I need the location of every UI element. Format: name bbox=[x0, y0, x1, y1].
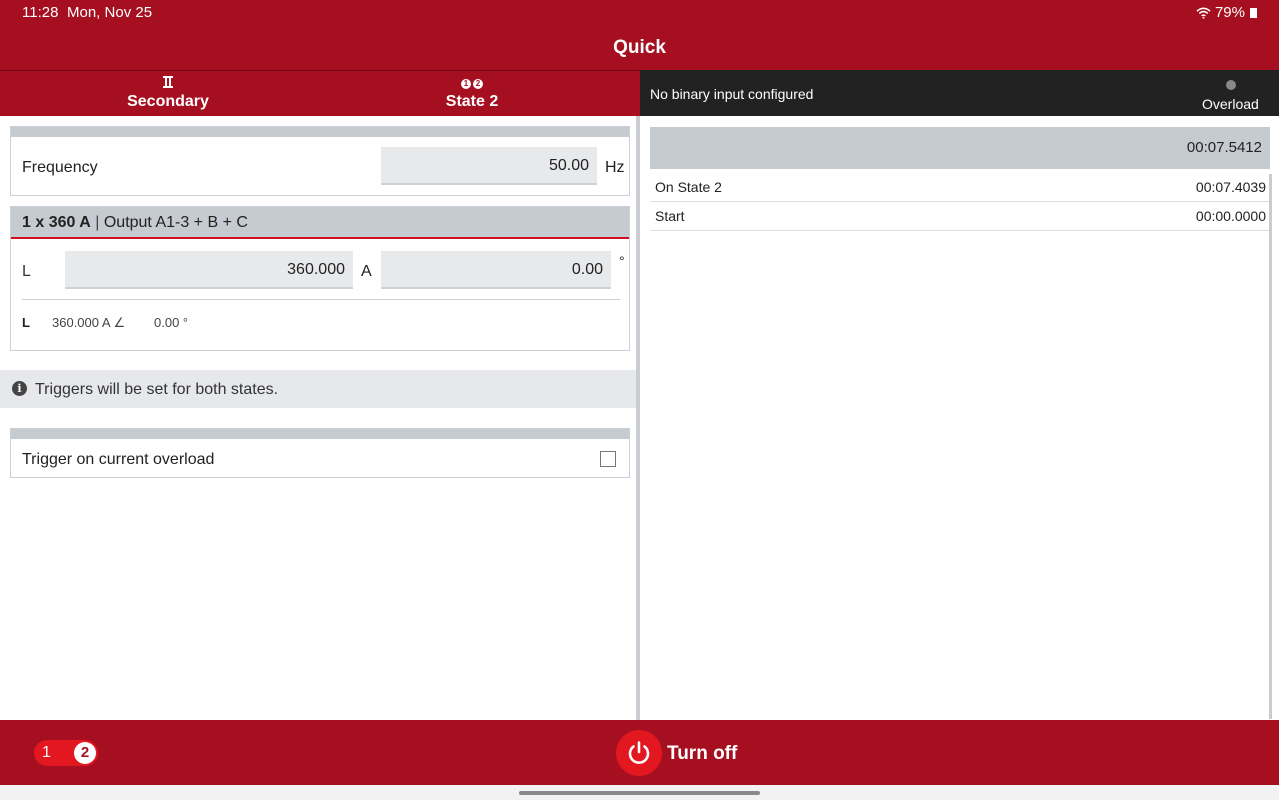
output-header[interactable]: 1 x 360 A | Output A1-3 + B + C bbox=[11, 207, 629, 239]
magnitude-input[interactable]: 360.000 bbox=[65, 251, 353, 289]
state-digit-2: 2 bbox=[473, 79, 483, 89]
output-header-separator: | bbox=[90, 214, 104, 231]
turn-off-button-label[interactable]: Turn off bbox=[667, 743, 737, 765]
info-banner: i Triggers will be set for both states. bbox=[0, 370, 636, 408]
timer-row-value: 00:00.0000 bbox=[1195, 208, 1266, 224]
bottom-toolbar: 1 2 Turn off bbox=[0, 720, 1279, 785]
tab-secondary-label: Secondary bbox=[127, 93, 209, 110]
overload-led-icon bbox=[1226, 80, 1236, 90]
summary-angle: 0.00 ° bbox=[154, 315, 189, 330]
tab-state-2-label: State 2 bbox=[445, 93, 499, 110]
status-bar: 11:28 Mon, Nov 25 79% bbox=[0, 0, 1279, 24]
wifi-icon bbox=[1196, 7, 1211, 19]
timer-row-name: On State 2 bbox=[655, 179, 722, 195]
frequency-input[interactable]: 50.00 bbox=[381, 147, 597, 185]
timer-row-value: 00:07.4039 bbox=[1195, 179, 1266, 195]
overload-label: Overload bbox=[1202, 96, 1259, 112]
scrollbar[interactable] bbox=[1269, 174, 1272, 719]
status-date: Mon, Nov 25 bbox=[67, 4, 153, 21]
timer-total: 00:07.5412 bbox=[650, 127, 1270, 169]
tab-bar: Secondary 1 2 State 2 bbox=[0, 70, 640, 116]
battery-percent: 79% bbox=[1214, 4, 1245, 21]
transformer-icon bbox=[88, 71, 248, 89]
frequency-label: Frequency bbox=[22, 159, 98, 176]
status-indicators: 79% bbox=[1196, 4, 1257, 21]
trigger-overload-checkbox[interactable] bbox=[600, 451, 616, 467]
magnitude-unit: A bbox=[361, 263, 372, 280]
frequency-unit: Hz bbox=[605, 159, 625, 176]
divider bbox=[22, 299, 620, 300]
power-button[interactable] bbox=[616, 730, 662, 776]
timer-row: Start 00:00.0000 bbox=[650, 202, 1270, 231]
info-text: Triggers will be set for both states. bbox=[35, 381, 279, 398]
state-toggle[interactable]: 1 2 bbox=[34, 740, 98, 766]
settings-panel: Frequency 50.00 Hz 1 x 360 A | Output A1… bbox=[0, 116, 636, 720]
state-toggle-1: 1 bbox=[42, 744, 51, 761]
home-indicator-bar bbox=[0, 785, 1279, 800]
phase-label: L bbox=[22, 263, 31, 280]
state-digit-1: 1 bbox=[461, 79, 471, 89]
card-header-strip bbox=[11, 127, 629, 137]
binary-input-status: No binary input configured bbox=[650, 86, 814, 102]
status-time: 11:28 bbox=[22, 4, 59, 21]
timer-row: On State 2 00:07.4039 bbox=[650, 173, 1270, 202]
timer-panel: 00:07.5412 On State 2 00:07.4039 Start 0… bbox=[640, 116, 1279, 720]
angle-input[interactable]: 0.00 bbox=[381, 251, 611, 289]
card-header-strip bbox=[11, 429, 629, 439]
angle-unit: ° bbox=[619, 253, 625, 269]
battery-icon bbox=[1250, 7, 1257, 18]
output-card: 1 x 360 A | Output A1-3 + B + C L 360.00… bbox=[10, 206, 630, 351]
trigger-overload-label: Trigger on current overload bbox=[22, 451, 215, 468]
summary-phase-label: L bbox=[22, 315, 30, 330]
state-toggle-2: 2 bbox=[74, 742, 96, 764]
output-rating: 1 x 360 A bbox=[22, 214, 91, 231]
info-icon: i bbox=[12, 381, 27, 396]
binary-input-bar: No binary input configured Overload bbox=[640, 70, 1279, 116]
summary-magnitude: 360.000 A ∠ bbox=[52, 315, 126, 330]
page-title: Quick bbox=[0, 24, 1279, 70]
trigger-card: Trigger on current overload bbox=[10, 428, 630, 478]
tab-secondary[interactable]: Secondary bbox=[88, 71, 248, 117]
home-indicator[interactable] bbox=[519, 791, 760, 795]
frequency-card: Frequency 50.00 Hz bbox=[10, 126, 630, 196]
timer-row-name: Start bbox=[655, 208, 685, 224]
output-name: Output A1-3 + B + C bbox=[103, 214, 248, 231]
tab-state-2[interactable]: 1 2 State 2 bbox=[392, 71, 552, 117]
state-number-icon: 1 2 bbox=[392, 71, 552, 89]
power-icon bbox=[628, 741, 650, 764]
